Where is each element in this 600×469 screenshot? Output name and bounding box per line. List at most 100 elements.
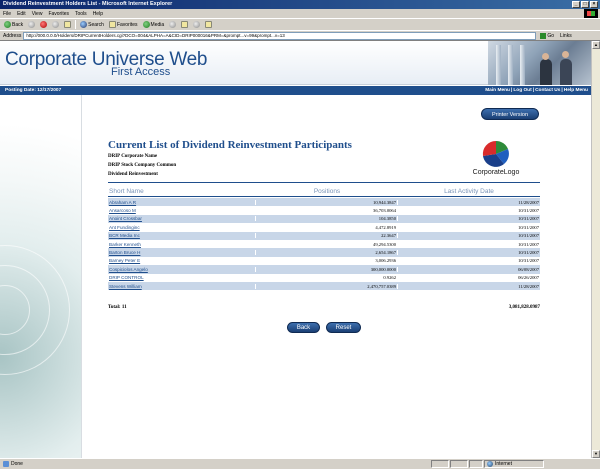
window-title: Dividend Reinvestment Holders List - Mic… <box>3 1 173 7</box>
participant-link[interactable]: Ansarcoso M <box>108 208 256 214</box>
date-cell: 10/31/2007 <box>518 216 539 222</box>
header-photo <box>488 41 591 85</box>
links-button[interactable]: Links <box>560 33 572 39</box>
browser-toolbar: Back Search Favorites Media <box>0 18 600 30</box>
nav-separator: | <box>510 88 513 93</box>
brand-title: Corporate Universe Web <box>5 49 208 70</box>
media-button[interactable]: Media <box>142 20 166 30</box>
nav-bar: Posting Date: 12/17/2007 Main Menu | Log… <box>0 86 591 95</box>
stop-button[interactable] <box>39 20 48 30</box>
table-row: Anoint Crossbar 104.3850 10/31/2007 <box>108 214 540 224</box>
status-panel <box>469 460 483 468</box>
participant-link[interactable]: Cospiciolos Angelo <box>108 266 256 272</box>
window-titlebar: Dividend Reinvestment Holders List - Mic… <box>0 0 600 9</box>
mail-button[interactable] <box>180 20 189 30</box>
participant-link[interactable]: Ant Fundinginc <box>108 224 256 230</box>
nav-main-menu[interactable]: Main Menu <box>485 86 510 95</box>
security-zone: Internet <box>484 460 544 468</box>
positions-cell: 22.3647 <box>256 233 398 239</box>
participant-link[interactable]: Barker Kenneth <box>108 241 256 247</box>
date-cell: 10/31/2007 <box>518 241 539 247</box>
go-label: Go <box>547 32 555 39</box>
corporate-logo-icon <box>482 140 509 167</box>
menu-bar: File Edit View Favorites Tools Help <box>0 9 600 18</box>
table-body: Abraham A R 10,944.3847 11/28/2007 Ansar… <box>108 198 540 291</box>
menu-tools[interactable]: Tools <box>75 11 87 17</box>
vertical-scrollbar[interactable]: ▲ ▼ <box>591 41 600 458</box>
participant-link[interactable]: Stevens William <box>108 283 256 289</box>
address-label: Address <box>3 32 22 39</box>
positions-cell: 2,470,757.0389 <box>256 283 398 289</box>
stock-name: DRIP Stock Company Common <box>108 163 177 168</box>
print-button[interactable] <box>192 20 201 30</box>
windows-logo-icon <box>584 9 598 18</box>
go-button[interactable]: Go <box>540 32 555 39</box>
corporate-logo: CorporateLogo <box>464 138 528 178</box>
go-arrow-icon <box>540 32 547 39</box>
table-row: Cospiciolos Angelo 300,000.0000 06/08/20… <box>108 265 540 274</box>
date-cell: 10/31/2007 <box>518 258 539 264</box>
photo-head <box>562 51 569 58</box>
participant-link[interactable]: DRIP CONTROL <box>108 275 256 281</box>
address-input[interactable]: http://000.0.0.0/Holders/DRIPCurrentHold… <box>23 31 537 40</box>
menu-view[interactable]: View <box>32 11 43 17</box>
table-row: Barker Kenneth 49,294.5300 10/31/2007 <box>108 239 540 249</box>
zone-label: Internet <box>495 461 512 467</box>
menu-edit[interactable]: Edit <box>17 11 26 17</box>
menu-file[interactable]: File <box>3 11 11 17</box>
date-cell: 06/08/2007 <box>518 266 539 272</box>
participant-link[interactable]: Barton Bruce H <box>108 250 256 256</box>
participant-link[interactable]: Anoint Crossbar <box>108 216 256 222</box>
maximize-button[interactable]: □ <box>581 1 589 8</box>
header-short-name[interactable]: Short Name <box>108 188 256 195</box>
printer-icon <box>193 21 201 28</box>
favorites-button[interactable]: Favorites <box>108 20 139 30</box>
minimize-button[interactable]: _ <box>572 1 580 8</box>
scroll-up-arrow-icon[interactable]: ▲ <box>592 41 600 49</box>
nav-contact-us[interactable]: Contact Us <box>535 86 560 95</box>
positions-cell: 300,000.0000 <box>256 266 398 272</box>
corporate-name: DRIP Corporate Name <box>108 154 158 159</box>
edit-button[interactable] <box>204 20 213 30</box>
menu-help[interactable]: Help <box>93 11 103 17</box>
positions-cell: 104.3850 <box>256 216 398 222</box>
participant-link[interactable]: Abraham A R <box>108 199 256 205</box>
back-button[interactable]: Back <box>3 20 24 30</box>
positions-cell: 0.9262 <box>256 275 398 281</box>
home-icon <box>64 21 72 28</box>
nav-log-out[interactable]: Log Out <box>513 86 531 95</box>
close-button[interactable]: × <box>590 1 598 8</box>
table-row: Ant Fundinginc 4,472.8919 10/31/2007 <box>108 223 540 232</box>
search-label: Search <box>88 21 104 28</box>
printer-version-button[interactable]: Printer Version <box>481 108 539 120</box>
date-cell: 11/28/2007 <box>518 283 539 289</box>
toolbar-separator <box>75 20 77 29</box>
header-divider <box>108 196 540 197</box>
nav-links: Main Menu | Log Out | Contact Us | Help … <box>485 86 588 95</box>
date-cell: 06/26/2007 <box>518 275 539 281</box>
home-button[interactable] <box>63 20 72 30</box>
nav-help-menu[interactable]: Help Menu <box>564 86 588 95</box>
table-header: Short Name Positions Last Activity Date <box>108 186 540 196</box>
search-button[interactable]: Search <box>79 20 105 30</box>
participant-link[interactable]: BCR Media Inc <box>108 233 256 239</box>
search-icon <box>80 21 88 28</box>
totals-row: Total: 11 3,081,828.0987 <box>108 305 540 310</box>
back-page-button[interactable]: Back <box>287 322 320 333</box>
menu-favorites[interactable]: Favorites <box>48 11 69 17</box>
table-row: Abraham A R 10,944.3847 11/28/2007 <box>108 198 540 207</box>
table-row: BCR Media Inc 22.3647 10/31/2007 <box>108 231 540 240</box>
total-positions: 3,081,828.0987 <box>508 305 540 310</box>
media-label: Media <box>150 21 165 28</box>
scroll-down-arrow-icon[interactable]: ▼ <box>592 450 600 458</box>
refresh-button[interactable] <box>51 20 60 30</box>
web-page: Corporate Universe Web First Access Post… <box>0 41 591 458</box>
history-button[interactable] <box>168 20 177 30</box>
participant-link[interactable]: Barney Peter E <box>108 258 256 264</box>
header-last-activity-date[interactable]: Last Activity Date <box>398 188 540 195</box>
table-row: Stevens William 2,470,757.0389 11/28/200… <box>108 281 540 291</box>
forward-button[interactable] <box>27 20 36 30</box>
positions-cell: 4,472.8919 <box>256 224 398 230</box>
header-positions[interactable]: Positions <box>256 188 398 195</box>
reset-button[interactable]: Reset <box>326 322 361 333</box>
